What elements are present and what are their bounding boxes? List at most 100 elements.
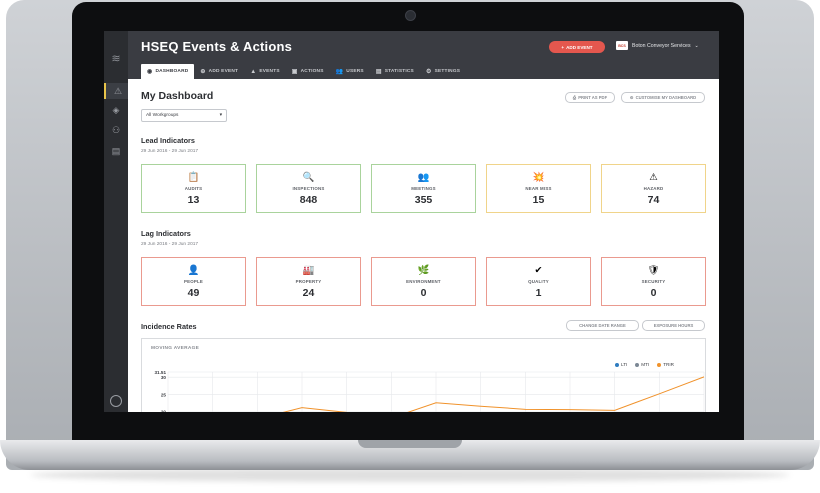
card-value: 13 [187, 194, 200, 206]
print-pdf-label: PRINT AS PDF [578, 95, 608, 100]
indicator-card-near-miss[interactable]: 💥 NEAR MISS 15 [486, 164, 591, 213]
tab-users[interactable]: 👥 USERS [330, 64, 370, 79]
plus-icon: + [561, 44, 565, 50]
card-label: ENVIRONMENT [406, 279, 441, 284]
chart-svg: 31.51302520 [155, 370, 705, 412]
add-event-label: ADD EVENT [566, 44, 593, 50]
tab-settings[interactable]: ⚙ SETTINGS [420, 64, 466, 79]
top-bar: HSEQ Events & Actions + ADD EVENT BCS Bo… [128, 31, 719, 79]
indicator-card-audits[interactable]: 📋 AUDITS 13 [141, 164, 246, 213]
incidence-chart: MOVING AVERAGE LTIMTITRIR 31.51302520 [141, 338, 706, 412]
warning-icon: ▲ [250, 68, 257, 75]
card-label: PROPERTY [295, 279, 322, 284]
incidence-rates-title: Incidence Rates [141, 322, 197, 331]
lead-date-range: 29 Jun 2016 - 29 Jun 2017 [141, 149, 199, 154]
laptop-notch [358, 440, 462, 448]
change-date-range-button[interactable]: CHANGE DATE RANGE [566, 320, 639, 331]
sidebar-events-icon[interactable]: ⚠ [104, 83, 130, 99]
app-logo-icon[interactable]: ≋ [110, 53, 122, 65]
card-label: NEAR MISS [525, 186, 552, 191]
indicator-card-hazard[interactable]: ⚠ HAZARD 74 [601, 164, 706, 213]
card-value: 49 [187, 287, 200, 299]
y-tick-label: 30 [161, 375, 167, 380]
card-label: PEOPLE [183, 279, 203, 284]
customise-label: CUSTOMISE MY DASHBOARD [635, 95, 697, 100]
lag-date-range: 29 Jun 2016 - 29 Jun 2017 [141, 242, 199, 247]
indicator-card-quality[interactable]: ✔ QUALITY 1 [486, 257, 591, 306]
dashboard-icon: ◉ [147, 69, 153, 75]
indicator-card-people[interactable]: 👤 PEOPLE 49 [141, 257, 246, 306]
tab-label: ACTIONS [300, 69, 324, 74]
sidebar-layers-icon[interactable]: ◈ [104, 102, 128, 118]
indicator-card-security[interactable]: 🛡 SECURITY 0 [601, 257, 706, 306]
indicator-card-environment[interactable]: 🌿 ENVIRONMENT 0 [371, 257, 476, 306]
laptop-shadow [30, 468, 790, 482]
tab-label: STATISTICS [384, 69, 414, 74]
card-label: QUALITY [528, 279, 549, 284]
exposure-hours-button[interactable]: EXPOSURE HOURS [642, 320, 705, 331]
indicator-card-property[interactable]: 🏭 PROPERTY 24 [256, 257, 361, 306]
app-title: HSEQ Events & Actions [141, 39, 293, 54]
tab-actions[interactable]: ▣ ACTIONS [286, 64, 330, 79]
lag-indicators-title: Lag Indicators [141, 229, 191, 238]
tab-label: USERS [346, 69, 364, 74]
card-value: 74 [647, 194, 660, 206]
tab-add-event[interactable]: ⊕ ADD EVENT [194, 64, 244, 79]
sidebar: ≋ ⚠ ◈ ⚇ ▤ [104, 31, 130, 412]
users-icon: 👥 [335, 69, 344, 75]
dashboard-content: My Dashboard ⎙ PRINT AS PDF ⚙ CUSTOMISE … [128, 79, 719, 412]
tab-dashboard[interactable]: ◉ DASHBOARD [141, 64, 195, 79]
main-nav: ◉ DASHBOARD ⊕ ADD EVENT ▲ EVENTS ▣ ACTIONS 👥 USER… [141, 64, 466, 79]
y-tick-label: 25 [161, 392, 167, 397]
workgroup-select-value: All Workgroups [146, 113, 179, 118]
lead-indicators-title: Lead Indicators [141, 136, 195, 145]
hazard-icon: ⚠ [649, 172, 658, 183]
person-icon: 👤 [187, 265, 200, 276]
sidebar-document-icon[interactable]: ▤ [104, 143, 128, 159]
shield-icon: 🛡 [647, 265, 660, 276]
card-value: 0 [420, 287, 427, 299]
y-tick-label: 20 [161, 410, 167, 412]
webcam [405, 10, 416, 21]
explosion-icon: 💥 [532, 172, 545, 183]
page-title: My Dashboard [141, 90, 214, 102]
plus-circle-icon: ⊕ [200, 69, 206, 75]
user-profile-icon[interactable] [110, 395, 122, 407]
tab-label: EVENTS [259, 69, 280, 74]
bar-chart-icon: ▤ [375, 69, 382, 75]
card-label: SECURITY [641, 279, 666, 284]
leaf-icon: 🌿 [417, 265, 430, 276]
tab-label: SETTINGS [434, 69, 461, 74]
gear-icon: ⚙ [425, 69, 432, 75]
add-event-button[interactable]: + ADD EVENT [549, 41, 605, 53]
card-label: HAZARD [643, 186, 664, 191]
factory-icon: 🏭 [302, 265, 315, 276]
card-value: 848 [299, 194, 318, 206]
meeting-icon: 👥 [417, 172, 430, 183]
company-name: Boton Conveyor Services [632, 42, 691, 49]
sidebar-org-icon[interactable]: ⚇ [104, 122, 128, 138]
tab-events[interactable]: ▲ EVENTS [244, 64, 286, 79]
customise-dashboard-button[interactable]: ⚙ CUSTOMISE MY DASHBOARD [621, 92, 705, 103]
card-value: 355 [414, 194, 433, 206]
app-screen: ≋ ⚠ ◈ ⚇ ▤ HSEQ Events & Actions + ADD EV… [104, 31, 719, 412]
magnifier-icon: 🔍 [302, 172, 315, 183]
caret-down-icon: ▾ [219, 113, 222, 118]
indicator-card-meetings[interactable]: 👥 MEETINGS 355 [371, 164, 476, 213]
card-value: 24 [302, 287, 315, 299]
card-value: 15 [532, 194, 545, 206]
calendar-icon: ▣ [291, 69, 298, 75]
clipboard-icon: 📋 [187, 172, 200, 183]
card-value: 0 [650, 287, 657, 299]
print-pdf-button[interactable]: ⎙ PRINT AS PDF [565, 92, 615, 103]
check-badge-icon: ✔ [534, 265, 543, 276]
tab-statistics[interactable]: ▤ STATISTICS [370, 64, 420, 79]
tab-label: DASHBOARD [155, 69, 189, 74]
card-value: 1 [535, 287, 542, 299]
indicator-card-inspections[interactable]: 🔍 INSPECTIONS 848 [256, 164, 361, 213]
company-switcher[interactable]: BCS Boton Conveyor Services ⌄ [616, 41, 699, 50]
card-label: MEETINGS [411, 186, 436, 191]
workgroup-select[interactable]: All Workgroups ▾ [141, 109, 227, 122]
tab-label: ADD EVENT [208, 69, 239, 74]
chevron-down-icon: ⌄ [694, 42, 699, 49]
